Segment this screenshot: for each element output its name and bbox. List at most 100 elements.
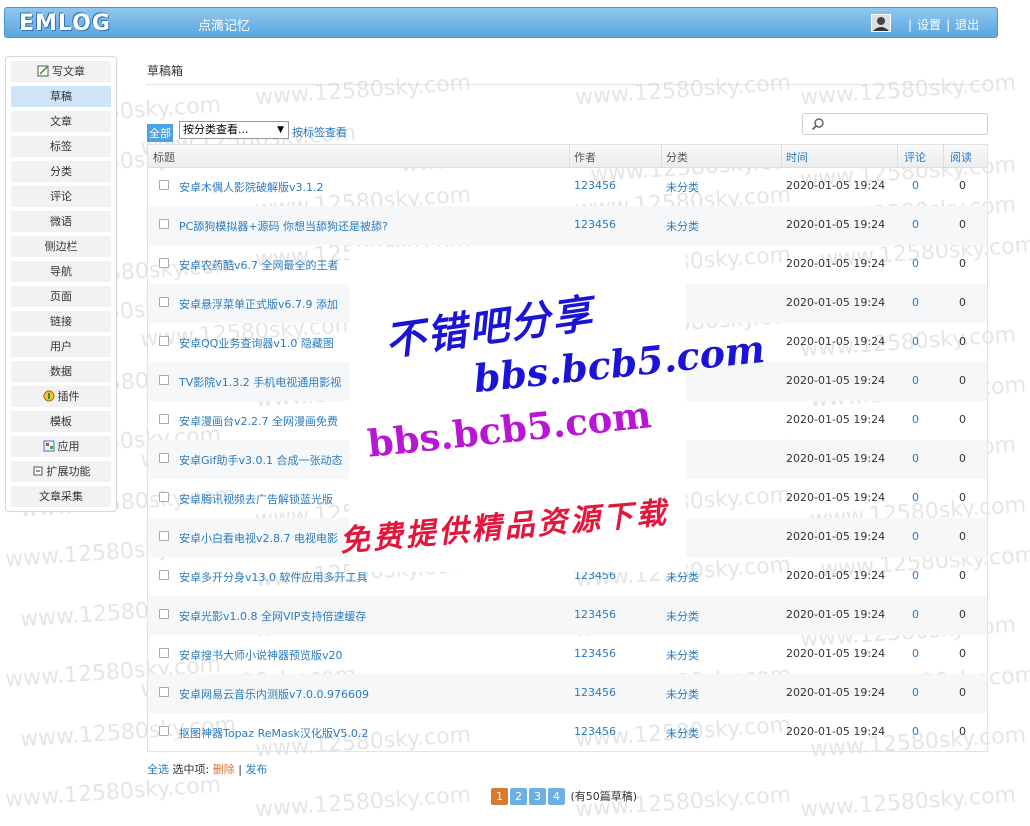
row-title-link[interactable]: PC舔狗模拟器+源码 你想当舔狗还是被舔? <box>179 218 388 234</box>
row-checkbox[interactable] <box>159 180 169 190</box>
row-comments-link[interactable]: 0 <box>912 530 919 543</box>
page-3[interactable]: 3 <box>529 788 546 805</box>
sidebar-item-5[interactable]: 评论 <box>11 186 111 207</box>
row-category-link[interactable]: 未分类 <box>666 608 699 624</box>
row-time: 2020-01-05 19:24 <box>786 647 886 660</box>
row-title-link[interactable]: 安卓光影v1.0.8 全网VIP支持倍速缓存 <box>179 608 366 624</box>
sidebar-item-13[interactable]: 插件 <box>11 386 111 407</box>
row-category-link[interactable]: 未分类 <box>666 647 699 663</box>
row-category-link[interactable]: 未分类 <box>666 686 699 702</box>
row-checkbox[interactable] <box>159 297 169 307</box>
row-checkbox[interactable] <box>159 258 169 268</box>
row-checkbox[interactable] <box>159 375 169 385</box>
row-checkbox[interactable] <box>159 414 169 424</box>
sidebar-item-16[interactable]: 扩展功能 <box>11 461 111 482</box>
row-comments-link[interactable]: 0 <box>912 647 919 660</box>
filter-all-link[interactable]: 全部 <box>147 124 173 142</box>
row-comments-link[interactable]: 0 <box>912 179 919 192</box>
sidebar-item-7[interactable]: 侧边栏 <box>11 236 111 257</box>
row-title-link[interactable]: 安卓农药酷v6.7 全网最全的王者 <box>179 257 339 273</box>
row-comments-link[interactable]: 0 <box>912 686 919 699</box>
sidebar-item-4[interactable]: 分类 <box>11 161 111 182</box>
col-views[interactable]: 阅读 <box>950 149 972 165</box>
sidebar-item-2[interactable]: 文章 <box>11 111 111 132</box>
row-author-link[interactable]: 123456 <box>574 179 616 192</box>
sidebar-item-8[interactable]: 导航 <box>11 261 111 282</box>
logout-link[interactable]: 退出 <box>955 18 979 32</box>
row-checkbox[interactable] <box>159 336 169 346</box>
publish-link[interactable]: 发布 <box>245 763 267 776</box>
row-author-link[interactable]: 123456 <box>574 686 616 699</box>
site-name[interactable]: 点滴记忆 <box>198 15 250 34</box>
sidebar-item-11[interactable]: 用户 <box>11 336 111 357</box>
row-title-link[interactable]: 安卓搜书大师小说神器预览版v20 <box>179 647 343 663</box>
row-category-link[interactable]: 未分类 <box>666 725 699 741</box>
row-comments-link[interactable]: 0 <box>912 335 919 348</box>
row-comments-link[interactable]: 0 <box>912 608 919 621</box>
emlog-logo[interactable]: EMLOG <box>19 11 111 36</box>
row-comments-link[interactable]: 0 <box>912 413 919 426</box>
row-title-link[interactable]: 安卓木偶人影院破解版v3.1.2 <box>179 179 324 195</box>
sidebar-item-9[interactable]: 页面 <box>11 286 111 307</box>
tag-view-link[interactable]: 按标签查看 <box>292 124 347 140</box>
row-checkbox[interactable] <box>159 726 169 736</box>
sidebar-item-14[interactable]: 模板 <box>11 411 111 432</box>
row-title-link[interactable]: 安卓多开分身v13.0 软件应用多开工具 <box>179 569 368 585</box>
row-author-link[interactable]: 123456 <box>574 647 616 660</box>
row-checkbox[interactable] <box>159 687 169 697</box>
row-time: 2020-01-05 19:24 <box>786 413 886 426</box>
row-checkbox[interactable] <box>159 219 169 229</box>
col-time[interactable]: 时间 <box>786 149 808 165</box>
header-sep: | <box>908 18 913 32</box>
row-title-link[interactable]: 安卓Gif助手v3.0.1 合成一张动态 <box>179 452 342 468</box>
sidebar-item-3[interactable]: 标签 <box>11 136 111 157</box>
col-comments[interactable]: 评论 <box>904 149 926 165</box>
sidebar-item-10[interactable]: 链接 <box>11 311 111 332</box>
row-title-link[interactable]: 安卓网易云音乐内测版v7.0.0.976609 <box>179 686 369 702</box>
row-views: 0 <box>959 686 966 699</box>
row-checkbox[interactable] <box>159 570 169 580</box>
sidebar-item-0[interactable]: 写文章 <box>11 61 111 82</box>
category-select[interactable]: 按分类查看... ▼ <box>179 121 289 139</box>
search-input[interactable] <box>802 113 988 135</box>
row-author-link[interactable]: 123456 <box>574 608 616 621</box>
row-comments-link[interactable]: 0 <box>912 491 919 504</box>
settings-link[interactable]: 设置 <box>917 18 941 32</box>
select-all-link[interactable]: 全选 <box>147 763 169 776</box>
row-category-link[interactable]: 未分类 <box>666 218 699 234</box>
row-title-link[interactable]: 安卓悬浮菜单正式版v6.7.9 添加 <box>179 296 338 312</box>
row-comments-link[interactable]: 0 <box>912 452 919 465</box>
row-checkbox[interactable] <box>159 648 169 658</box>
row-checkbox[interactable] <box>159 453 169 463</box>
row-title-link[interactable]: 安卓腾讯视频去广告解锁蓝光版 <box>179 491 333 507</box>
row-title-link[interactable]: 安卓漫画台v2.2.7 全网漫画免费 <box>179 413 338 429</box>
sidebar-item-12[interactable]: 数据 <box>11 361 111 382</box>
row-comments-link[interactable]: 0 <box>912 218 919 231</box>
table-row: 安卓网易云音乐内测版v7.0.0.976609 123456 未分类 2020-01-… <box>148 674 987 713</box>
page-4[interactable]: 4 <box>548 788 565 805</box>
row-checkbox[interactable] <box>159 609 169 619</box>
sidebar-item-1[interactable]: 草稿 <box>11 86 111 107</box>
row-checkbox[interactable] <box>159 531 169 541</box>
row-author-link[interactable]: 123456 <box>574 725 616 738</box>
avatar[interactable] <box>871 14 891 32</box>
page-1[interactable]: 1 <box>491 788 508 805</box>
sidebar-item-17[interactable]: 文章采集 <box>11 486 111 507</box>
row-title-link[interactable]: 安卓QQ业务查询器v1.0 隐藏图 <box>179 335 334 351</box>
row-title-link[interactable]: TV影院v1.3.2 手机电视通用影视 <box>179 374 341 390</box>
row-comments-link[interactable]: 0 <box>912 569 919 582</box>
delete-link[interactable]: 删除 <box>213 763 235 776</box>
row-comments-link[interactable]: 0 <box>912 374 919 387</box>
row-category-link[interactable]: 未分类 <box>666 179 699 195</box>
row-checkbox[interactable] <box>159 492 169 502</box>
row-comments-link[interactable]: 0 <box>912 725 919 738</box>
sidebar-item-6[interactable]: 微语 <box>11 211 111 232</box>
row-title-link[interactable]: 安卓小白看电视v2.8.7 电视电影 <box>179 530 338 546</box>
watermark-text: www.12580sky.com <box>574 70 792 111</box>
row-author-link[interactable]: 123456 <box>574 218 616 231</box>
row-title-link[interactable]: 抠图神器Topaz ReMask汉化版V5.0.2 <box>179 725 368 741</box>
page-2[interactable]: 2 <box>510 788 527 805</box>
row-comments-link[interactable]: 0 <box>912 257 919 270</box>
sidebar-item-15[interactable]: 应用 <box>11 436 111 457</box>
row-comments-link[interactable]: 0 <box>912 296 919 309</box>
